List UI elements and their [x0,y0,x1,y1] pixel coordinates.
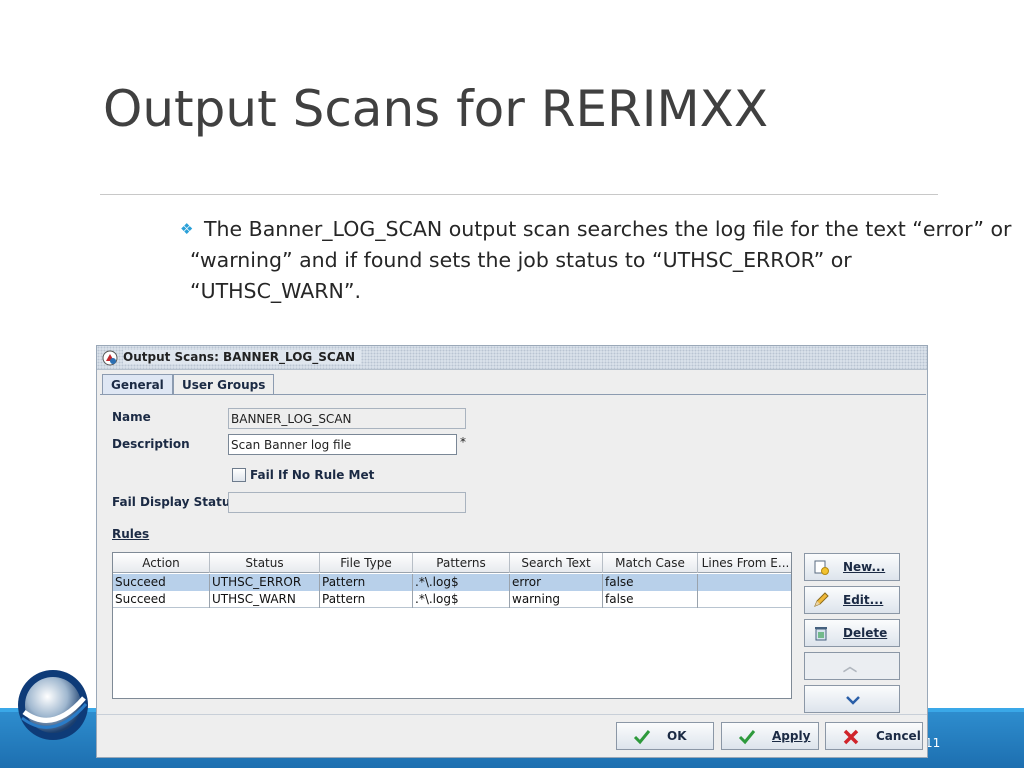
cancel-button[interactable]: Cancel [825,722,923,750]
ok-button[interactable]: OK [616,722,714,750]
table-cell: error [510,574,603,591]
checkmark-icon [633,730,651,745]
tab-user-groups[interactable]: User Groups [173,374,275,395]
slide-title: Output Scans for RERIMXX [103,80,769,138]
trash-icon [815,627,827,641]
table-cell: UTHSC_ERROR [210,574,320,591]
table-cell: Succeed [113,591,210,608]
table-row[interactable]: Succeed UTHSC_ERROR Pattern .*\.log$ err… [113,574,791,591]
table-cell: UTHSC_WARN [210,591,320,608]
table-cell: Pattern [320,574,413,591]
tab-general[interactable]: General [102,374,173,395]
rules-label: Rules [112,527,150,541]
apply-label: Apply [772,729,811,743]
chevron-up-icon: ︿ [843,659,857,675]
bullet-paragraph: The Banner_LOG_SCAN output scan searches… [190,217,1012,303]
bullet-diamond-icon: ❖ [180,220,194,238]
new-document-icon [814,560,829,575]
table-cell: false [603,591,698,608]
output-scans-dialog: Output Scans: BANNER_LOG_SCAN General Us… [96,345,928,758]
chevron-down-icon [846,696,860,705]
rules-table[interactable]: Action Status File Type Patterns Search … [112,552,792,699]
name-label: Name [112,410,151,424]
rules-table-header: Action Status File Type Patterns Search … [113,553,791,573]
table-cell: Pattern [320,591,413,608]
name-field[interactable]: BANNER_LOG_SCAN [228,408,466,429]
app-icon [102,350,118,366]
edit-rule-button[interactable]: Edit... [804,586,900,614]
edit-rule-label: Edit... [843,593,884,607]
column-header-status[interactable]: Status [210,553,320,573]
dialog-title: Output Scans: BANNER_LOG_SCAN [123,350,362,364]
table-cell: false [603,574,698,591]
cancel-label: Cancel [876,729,921,743]
fail-display-status-label: Fail Display Status [112,495,238,509]
table-cell: Succeed [113,574,210,591]
column-header-patterns[interactable]: Patterns [413,553,510,573]
checkmark-icon [738,730,756,745]
table-cell [698,574,791,591]
new-rule-label: New... [843,560,886,574]
move-up-button[interactable]: ︿ [804,652,900,680]
move-down-button[interactable] [804,685,900,713]
table-cell: .*\.log$ [413,591,510,608]
apply-button[interactable]: Apply [721,722,819,750]
dialog-titlebar[interactable]: Output Scans: BANNER_LOG_SCAN [97,346,927,370]
fail-display-status-field[interactable] [228,492,466,513]
column-header-search-text[interactable]: Search Text [510,553,603,573]
company-logo-icon [18,670,88,740]
close-icon [843,729,859,745]
table-cell: .*\.log$ [413,574,510,591]
title-divider [100,194,938,195]
column-header-action[interactable]: Action [113,553,210,573]
column-header-file-type[interactable]: File Type [320,553,413,573]
fail-if-no-rule-checkbox[interactable] [232,468,246,482]
delete-rule-button[interactable]: Delete [804,619,900,647]
bullet-text: ❖ The Banner_LOG_SCAN output scan search… [180,214,1024,307]
table-row[interactable]: Succeed UTHSC_WARN Pattern .*\.log$ warn… [113,591,791,608]
table-cell [698,591,791,608]
delete-rule-label: Delete [843,626,888,640]
ok-label: OK [667,729,687,743]
required-marker: * [460,435,466,449]
fail-if-no-rule-label: Fail If No Rule Met [250,468,375,482]
new-rule-button[interactable]: New... [804,553,900,581]
description-label: Description [112,437,190,451]
table-cell: warning [510,591,603,608]
column-header-lines-from-end[interactable]: Lines From E... [698,553,791,573]
description-field[interactable]: Scan Banner log file [228,434,457,455]
pencil-icon [814,592,829,607]
column-header-match-case[interactable]: Match Case [603,553,698,573]
